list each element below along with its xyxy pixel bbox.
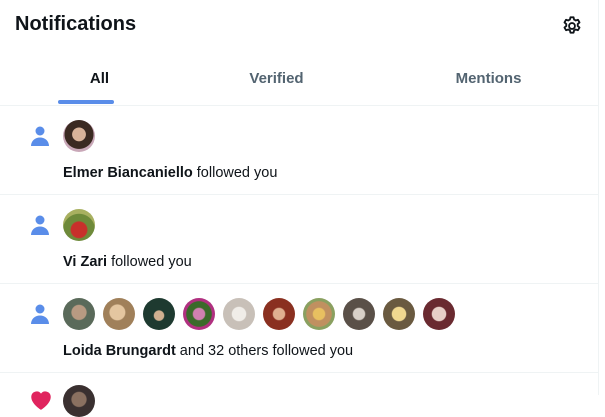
person-icon: [28, 302, 52, 326]
active-tab-indicator: [58, 100, 114, 104]
tab-mentions-label: Mentions: [455, 70, 522, 87]
tab-mentions[interactable]: Mentions: [389, 52, 588, 105]
user-name[interactable]: Loida Brungardt: [63, 343, 176, 359]
notification-text: Vi Zari followed you: [63, 254, 192, 270]
notification-action: and 32 others followed you: [175, 343, 354, 359]
notification-item[interactable]: Elmer Biancaniello followed you: [0, 106, 598, 195]
avatar[interactable]: [343, 298, 375, 330]
notification-item[interactable]: Vi Zari followed you: [0, 195, 598, 284]
user-name[interactable]: Elmer Biancaniello: [63, 165, 193, 181]
avatar[interactable]: [143, 298, 175, 330]
tab-all-label: All: [89, 70, 110, 87]
avatar[interactable]: [63, 120, 95, 152]
avatar[interactable]: [423, 298, 455, 330]
avatar[interactable]: [63, 385, 95, 417]
person-icon: [28, 213, 52, 237]
tab-bar: All Verified Mentions: [0, 52, 598, 106]
notification-item[interactable]: [0, 373, 598, 417]
avatar[interactable]: [183, 298, 215, 330]
gear-icon[interactable]: [561, 15, 583, 37]
avatar[interactable]: [303, 298, 335, 330]
avatar[interactable]: [63, 298, 95, 330]
page-title: Notifications: [15, 13, 137, 35]
avatar[interactable]: [63, 209, 95, 241]
notification-text: Elmer Biancaniello followed you: [63, 165, 277, 181]
notification-text: Loida Brungardt and 32 others followed y…: [63, 343, 353, 359]
tab-verified[interactable]: Verified: [177, 52, 376, 105]
avatar[interactable]: [223, 298, 255, 330]
tab-all[interactable]: All: [0, 52, 199, 105]
heart-icon: [28, 387, 52, 411]
notification-item[interactable]: Loida Brungardt and 32 others followed y…: [0, 284, 598, 373]
column-border: [598, 0, 599, 395]
page-header: Notifications: [0, 0, 598, 52]
person-icon: [28, 124, 52, 148]
notification-action: followed you: [107, 254, 192, 270]
user-name[interactable]: Vi Zari: [63, 254, 107, 270]
avatar[interactable]: [263, 298, 295, 330]
avatar[interactable]: [383, 298, 415, 330]
avatar[interactable]: [103, 298, 135, 330]
notification-action: followed you: [192, 165, 278, 181]
tab-verified-label: Verified: [249, 70, 304, 87]
